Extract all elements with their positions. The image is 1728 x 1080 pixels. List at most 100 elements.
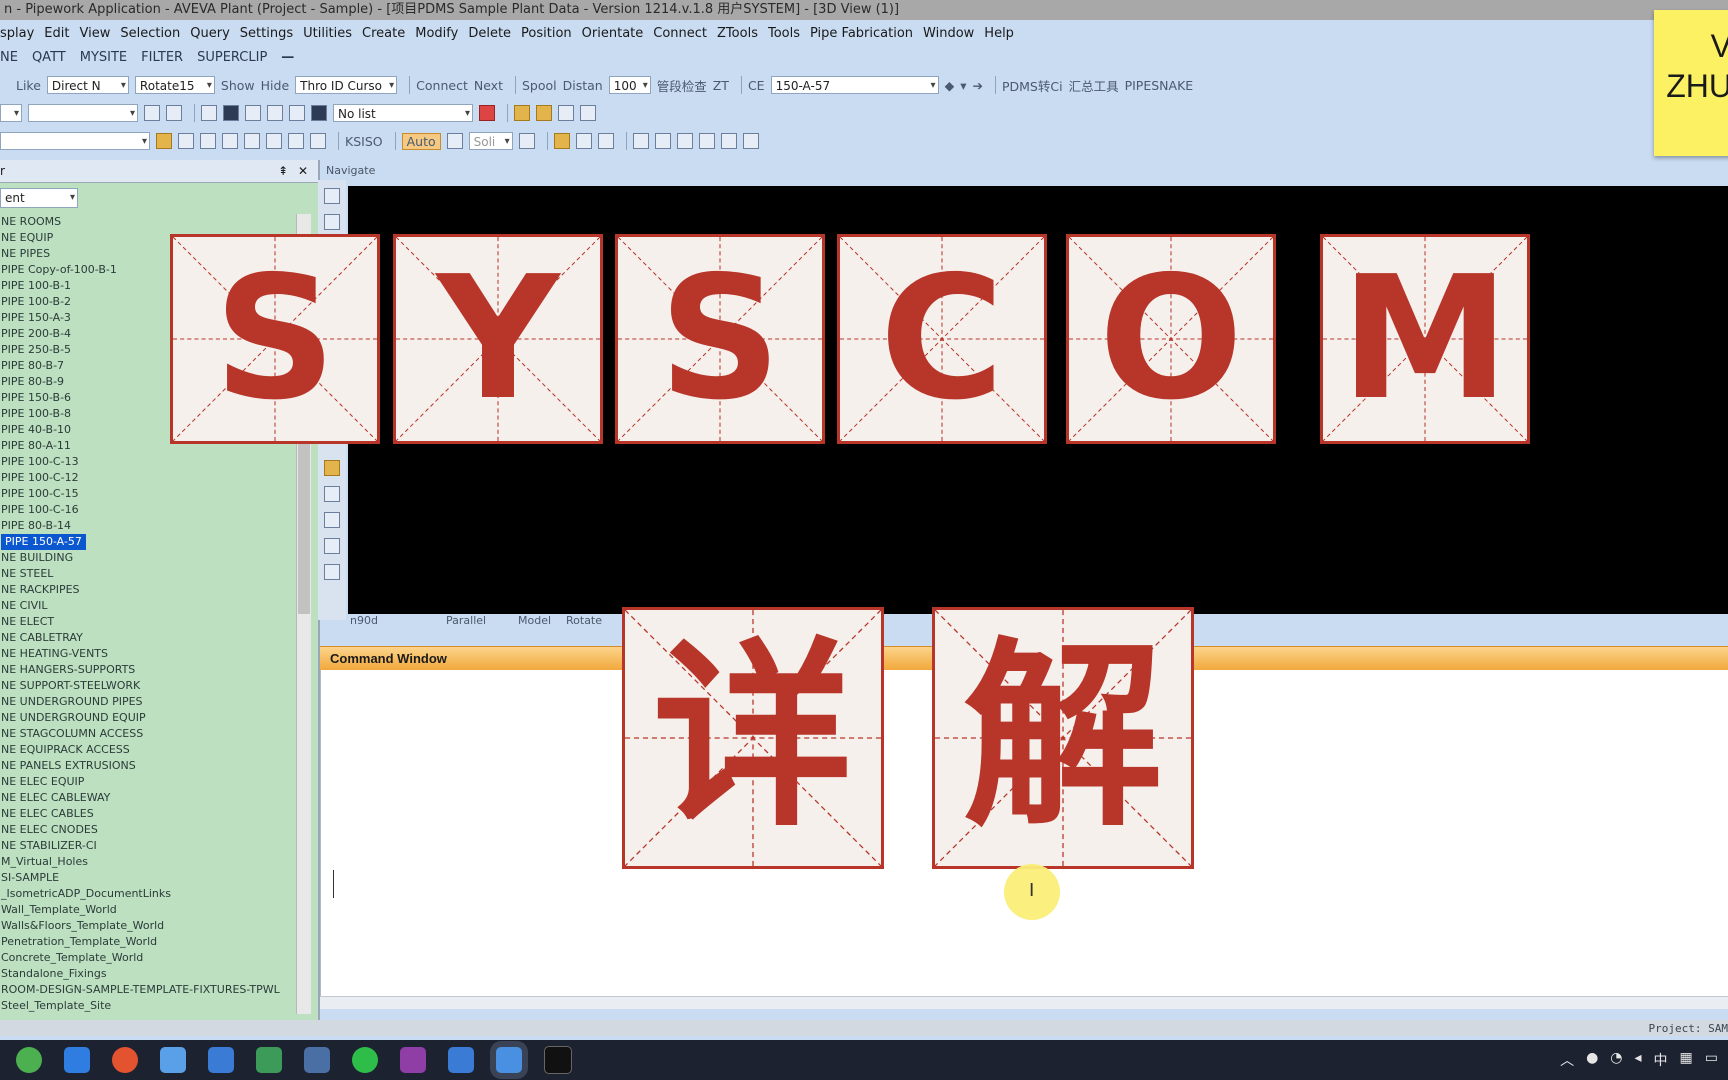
- binoculars-icon[interactable]: [144, 105, 160, 121]
- tool-d-icon[interactable]: [222, 133, 238, 149]
- tool-b-icon[interactable]: [178, 133, 194, 149]
- delete-icon[interactable]: [479, 105, 495, 121]
- view-tool-6-icon[interactable]: [324, 538, 340, 554]
- back-arrow-icon[interactable]: ◆: [945, 78, 955, 93]
- tool-j-icon[interactable]: [720, 133, 737, 149]
- zt-button[interactable]: ZT: [713, 78, 729, 93]
- copy-icon[interactable]: [201, 105, 217, 121]
- play-icon[interactable]: [676, 133, 693, 149]
- tree-item[interactable]: NE ELEC CABLEWAY: [0, 790, 296, 806]
- tree-item[interactable]: Walls&Floors_Template_World: [0, 918, 296, 934]
- tree-item[interactable]: NE EQUIPRACK ACCESS: [0, 742, 296, 758]
- next-button[interactable]: Next: [474, 78, 503, 93]
- pipe-tool-4-icon[interactable]: [580, 105, 596, 121]
- tree-item[interactable]: NE CABLETRAY: [0, 630, 296, 646]
- grid-icon[interactable]: [311, 105, 327, 121]
- measure-icon[interactable]: [553, 133, 570, 149]
- menu-ztools[interactable]: ZTools: [717, 26, 758, 41]
- tree-item[interactable]: NE STAGCOLUMN ACCESS: [0, 726, 296, 742]
- list-combo[interactable]: No list: [333, 104, 473, 123]
- spool-button[interactable]: Spool: [522, 78, 557, 93]
- select-icon[interactable]: [654, 133, 671, 149]
- tree-item[interactable]: ROOM-DESIGN-SAMPLE-TEMPLATE-FIXTURES-TPW…: [0, 982, 296, 998]
- tree-item[interactable]: NE ELECT: [0, 614, 296, 630]
- menu-help[interactable]: Help: [984, 26, 1014, 41]
- menu-view[interactable]: View: [79, 26, 110, 41]
- cmd-filter[interactable]: FILTER: [141, 50, 183, 65]
- menu-edit[interactable]: Edit: [44, 26, 69, 41]
- tree-item[interactable]: Wall_Template_World: [0, 902, 296, 918]
- menu-selection[interactable]: Selection: [120, 26, 180, 41]
- tree-item[interactable]: NE RACKPIPES: [0, 582, 296, 598]
- network-app-icon[interactable]: [160, 1047, 186, 1073]
- tree-item[interactable]: NE ELEC CNODES: [0, 822, 296, 838]
- ce-combo[interactable]: 150-A-57: [770, 76, 939, 95]
- volume-icon[interactable]: ◂: [1635, 1050, 1642, 1070]
- aveva-app-icon[interactable]: [208, 1047, 234, 1073]
- pin-icon[interactable]: ⇞: [278, 160, 288, 182]
- menu-create[interactable]: Create: [362, 26, 405, 41]
- tree-item[interactable]: NE UNDERGROUND EQUIP: [0, 710, 296, 726]
- mail-app-icon[interactable]: [64, 1047, 90, 1073]
- tree-item[interactable]: PIPE 100-C-15: [0, 486, 296, 502]
- close-x-icon[interactable]: [166, 105, 182, 121]
- menu-pipe-fabrication[interactable]: Pipe Fabrication: [810, 26, 913, 41]
- tree-item[interactable]: NE ROOMS: [0, 214, 296, 230]
- tree-item[interactable]: PIPE 80-B-14: [0, 518, 296, 534]
- tree-item[interactable]: NE HANGERS-SUPPORTS: [0, 662, 296, 678]
- view-tool-4-icon[interactable]: [324, 486, 340, 502]
- view-tool-5-icon[interactable]: [324, 512, 340, 528]
- menu-window[interactable]: Window: [923, 26, 974, 41]
- menu-tools[interactable]: Tools: [768, 26, 800, 41]
- wechat-icon[interactable]: [352, 1047, 378, 1073]
- tree-item[interactable]: SI-SAMPLE: [0, 870, 296, 886]
- ksiso-button[interactable]: KSISO: [345, 134, 383, 149]
- show-button[interactable]: Show: [221, 78, 255, 93]
- tool-c-icon[interactable]: [200, 133, 216, 149]
- undo-icon[interactable]: [575, 133, 592, 149]
- tree-item[interactable]: PIPE 100-C-16: [0, 502, 296, 518]
- close-icon[interactable]: ✕: [298, 160, 308, 182]
- menu-display[interactable]: splay: [0, 26, 34, 41]
- media-app-icon[interactable]: [400, 1047, 426, 1073]
- tool-k-icon[interactable]: [742, 133, 759, 149]
- aveva-app-active-icon[interactable]: [496, 1047, 522, 1073]
- menu-position[interactable]: Position: [521, 26, 572, 41]
- tree-item[interactable]: Penetration_Template_World: [0, 934, 296, 950]
- like-button[interactable]: Like: [16, 78, 41, 93]
- redo-icon[interactable]: [597, 133, 614, 149]
- pipesnake-button[interactable]: PIPESNAKE: [1125, 78, 1194, 93]
- tree-item[interactable]: Steel_Template_Site: [0, 998, 296, 1014]
- tree-item[interactable]: NE PANELS EXTRUSIONS: [0, 758, 296, 774]
- pointer-icon[interactable]: [632, 133, 649, 149]
- cmd-superclip[interactable]: SUPERCLIP: [197, 50, 267, 65]
- ime-indicator[interactable]: 中: [1654, 1050, 1668, 1070]
- pipe-check-button[interactable]: 管段检查: [657, 76, 707, 95]
- tree-item[interactable]: PIPE 100-C-12: [0, 470, 296, 486]
- pipe-tool-icon[interactable]: [514, 105, 530, 121]
- tree-item[interactable]: NE BUILDING: [0, 550, 296, 566]
- display-icon[interactable]: ▭: [1705, 1050, 1718, 1070]
- menu-query[interactable]: Query: [190, 26, 230, 41]
- distance-input[interactable]: 100: [608, 76, 651, 95]
- command-combo[interactable]: [0, 132, 150, 151]
- forward-arrow-icon[interactable]: ➔: [972, 78, 982, 93]
- tool-i-icon[interactable]: [698, 133, 715, 149]
- tree-item[interactable]: NE CIVIL: [0, 598, 296, 614]
- minus-icon[interactable]: —: [281, 50, 294, 65]
- menu-modify[interactable]: Modify: [415, 26, 458, 41]
- cmd-mysite[interactable]: MYSITE: [80, 50, 127, 65]
- cmd-qatt[interactable]: QATT: [32, 50, 66, 65]
- dropdown-arrow-icon[interactable]: ▾: [960, 78, 966, 93]
- tree-item[interactable]: NE SUPPORT-STEELWORK: [0, 678, 296, 694]
- hide-button[interactable]: Hide: [261, 78, 290, 93]
- list-add-icon[interactable]: [245, 105, 261, 121]
- network-icon[interactable]: ◔: [1610, 1050, 1622, 1070]
- menu-orientate[interactable]: Orientate: [582, 26, 644, 41]
- tree-item[interactable]: NE STABILIZER-CI: [0, 838, 296, 854]
- tree-item[interactable]: _IsometricADP_DocumentLinks: [0, 886, 296, 902]
- tool-a-icon[interactable]: [156, 133, 172, 149]
- tree-item[interactable]: Standalone_Fixings: [0, 966, 296, 982]
- aveva-app-2-icon[interactable]: [448, 1047, 474, 1073]
- tree-item[interactable]: NE ELEC EQUIP: [0, 774, 296, 790]
